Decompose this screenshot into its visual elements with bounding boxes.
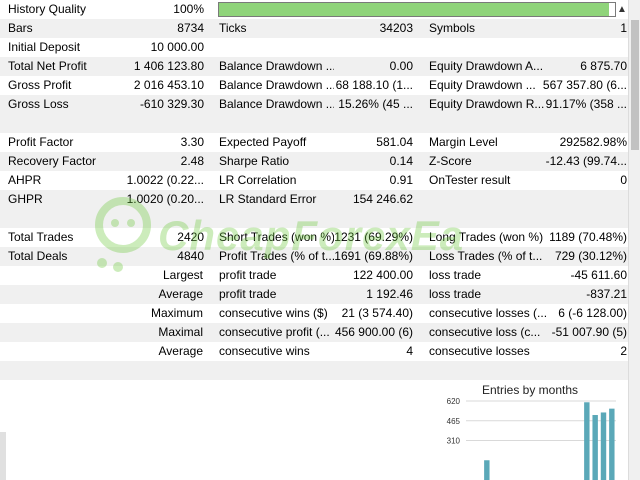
history-quality-value: 100% [173, 2, 204, 16]
stat-value: 0.00 [389, 59, 413, 73]
stat-value: -610 329.30 [139, 97, 204, 111]
stat-value: 2420 [177, 230, 204, 244]
stat-value: 3.30 [180, 135, 204, 149]
chart-bar [484, 460, 490, 480]
stat-row: Total Trades 2420 Short Trades (won %) 1231… [0, 228, 628, 247]
section-gap [0, 361, 628, 380]
stat-value: 4 [406, 344, 413, 358]
stat-value: 292582.98% [559, 135, 627, 149]
stat-row: Gross Loss -610 329.30 Balance Drawdown ..… [0, 95, 628, 114]
stat-value: 581.04 [376, 135, 413, 149]
stat-value: 10 000.00 [150, 40, 204, 54]
chart-bar [584, 402, 590, 480]
stat-row: Largest profit trade 122 400.00 loss trade -… [0, 266, 628, 285]
stat-row: AHPR 1.0022 (0.22... LR Correlation 0.91 OnT… [0, 171, 628, 190]
stat-value [300, 38, 413, 57]
chart-y-tick-label: 310 [447, 437, 461, 446]
stat-row: Recovery Factor 2.48 Sharpe Ratio 0.14 Z-Sco… [0, 152, 628, 171]
stat-value [520, 38, 627, 57]
stat-value: 122 400.00 [352, 268, 413, 282]
stat-value: 2 016 453.10 [133, 78, 204, 92]
chart-bar [592, 415, 598, 480]
stat-value: -45 611.60 [570, 268, 628, 282]
stat-row: Total Net Profit 1 406 123.80 Balance Draw… [0, 57, 628, 76]
chart-area: Entries by months 620 465 310 [0, 380, 628, 480]
stat-value: 1231 (69.29%) [334, 230, 413, 244]
stat-value: 8734 [177, 21, 204, 35]
stat-value: 1691 (69.88%) [334, 249, 413, 263]
stat-value [520, 190, 627, 209]
stat-value: 68 188.10 (1... [335, 78, 413, 92]
stat-value: 0.14 [389, 154, 413, 168]
stat-row: Total Deals 4840 Profit Trades (% of t... 1… [0, 247, 628, 266]
stat-row: Initial Deposit 10 000.00 [0, 38, 628, 57]
stat-value: 1 [620, 21, 627, 35]
stat-value: 34203 [379, 21, 413, 35]
stat-value: 2.48 [180, 154, 204, 168]
stat-value: 1.0022 (0.22... [126, 173, 204, 187]
stat-value: 154 246.62 [352, 192, 413, 206]
stat-value: 1 192.46 [366, 287, 413, 301]
stat-value: -51 007.90 (5) [551, 325, 627, 339]
stat-value: 4840 [177, 249, 204, 263]
chart-y-tick-label: 620 [447, 397, 461, 406]
stat-value: 1.0020 (0.20... [126, 192, 204, 206]
side-panel-tab[interactable] [0, 432, 6, 480]
stat-value: 567 357.80 (6... [542, 78, 627, 92]
stat-value: -12.43 (99.74... [545, 154, 627, 168]
stat-value: 1189 (70.48%) [549, 230, 627, 244]
stat-row: Bars 8734 Ticks 34203 Symbols 1 [0, 19, 628, 38]
stat-row: Average profit trade 1 192.46 loss trade -83… [0, 285, 628, 304]
chart-bar [600, 412, 607, 480]
stat-label: Maximal [158, 325, 203, 339]
chart-svg: 620 465 310 [447, 397, 616, 480]
stat-value: 21 (3 574.40) [341, 306, 413, 320]
stat-value: 6 875.70 [580, 59, 627, 73]
entries-by-months-chart: Entries by months 620 465 310 [440, 380, 628, 480]
stat-value: 1 406 123.80 [133, 59, 204, 73]
history-quality-bar [218, 2, 616, 17]
chart-bar [609, 408, 615, 480]
stat-label: Maximum [150, 306, 203, 320]
history-quality-row: History Quality 100% ▲ [0, 0, 628, 19]
section-gap [0, 209, 628, 228]
vertical-scrollbar[interactable] [628, 0, 640, 480]
stat-row: Average consecutive wins 4 consecutive loss… [0, 342, 628, 361]
stat-row: Profit Factor 3.30 Expected Payoff 581.04 Ma… [0, 133, 628, 152]
stat-row: Maximal consecutive profit (... 456 900.00… [0, 323, 628, 342]
vertical-scrollbar-thumb[interactable] [631, 20, 639, 150]
stat-label: Average [158, 287, 203, 301]
stat-row: Gross Profit 2 016 453.10 Balance Drawdown… [0, 76, 628, 95]
stat-value: 6 (-6 128.00) [558, 306, 627, 320]
stat-value: 91.17% (358 ... [545, 97, 627, 111]
section-gap [0, 114, 628, 133]
stat-label: Largest [162, 268, 203, 282]
scroll-up-arrow-icon[interactable]: ▲ [616, 0, 628, 19]
history-quality-bar-fill [219, 3, 610, 16]
stat-row: Maximum consecutive wins ($) 21 (3 574.40)… [0, 304, 628, 323]
stat-label: Average [158, 344, 203, 358]
stat-value: 2 [620, 344, 627, 358]
stat-value: -837.21 [586, 287, 627, 301]
stat-value: 0 [620, 173, 627, 187]
chart-y-tick-label: 465 [447, 417, 461, 426]
stat-row: GHPR 1.0020 (0.20... LR Standard Error 154 … [0, 190, 628, 209]
stat-value: 729 (30.12%) [554, 249, 627, 263]
stat-value: 0.91 [389, 173, 413, 187]
stat-value: 456 900.00 (6) [334, 325, 413, 339]
stat-value: 15.26% (45 ... [338, 97, 413, 111]
